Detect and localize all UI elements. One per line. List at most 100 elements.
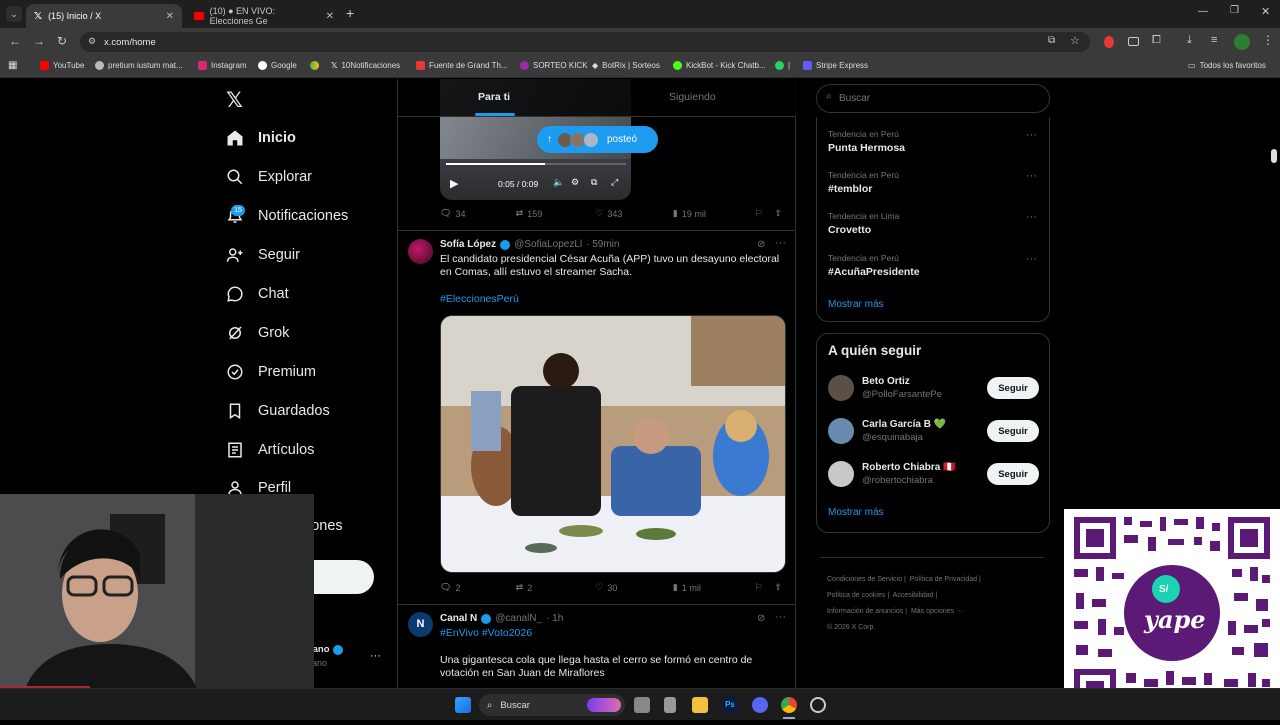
reply-button[interactable]: 🗨 34 xyxy=(440,208,516,219)
post-time[interactable]: · 1h xyxy=(546,613,563,624)
download-icon[interactable]: ⤓ xyxy=(1187,34,1192,47)
extension-icon[interactable] xyxy=(1128,37,1139,46)
photoshop-icon[interactable]: Ps xyxy=(722,697,738,713)
task-view-icon[interactable] xyxy=(634,697,650,713)
more-dots-icon[interactable]: ··· xyxy=(775,611,786,623)
footer-link[interactable]: Política de Privacidad xyxy=(910,576,977,583)
repost-button[interactable]: ⇄ 159 xyxy=(516,208,596,219)
more-dots-icon[interactable]: ··· xyxy=(370,650,381,662)
footer-link[interactable]: Más opciones ··· xyxy=(911,608,963,615)
more-dots-icon[interactable]: ··· xyxy=(1026,211,1037,223)
chrome-icon[interactable] xyxy=(781,697,797,713)
bookmark-stripe[interactable]: Stripe Express xyxy=(803,61,868,70)
follow-button[interactable]: Seguir xyxy=(987,377,1039,399)
bookmark-instagram[interactable]: Instagram xyxy=(198,61,247,70)
taskbar-search[interactable]: ⌕ Buscar xyxy=(479,694,625,716)
new-tab-button[interactable]: + xyxy=(346,5,354,21)
browser-tab-youtube[interactable]: (10) ● EN VIVO: Elecciones Ge ✕ xyxy=(186,4,342,28)
nav-home[interactable]: Inicio xyxy=(226,129,296,147)
nav-articles[interactable]: Artículos xyxy=(226,441,314,459)
search-input[interactable] xyxy=(839,91,1039,106)
install-app-icon[interactable]: ⧉ xyxy=(1048,35,1055,46)
nav-follow[interactable]: Seguir xyxy=(226,246,300,264)
back-icon[interactable]: ← xyxy=(9,34,21,48)
search-box[interactable]: ⌕ xyxy=(816,84,1050,113)
like-button[interactable]: ♡ 343 xyxy=(595,208,673,219)
account-switcher[interactable]: iano iano ··· xyxy=(310,644,385,674)
show-more-trends[interactable]: Mostrar más xyxy=(828,299,884,310)
post-time[interactable]: · 59min xyxy=(586,239,619,250)
bookmark-button[interactable]: ⚐ xyxy=(755,208,775,219)
bookmark-10notificaciones[interactable]: 𝕏 10Notificaciones xyxy=(331,61,400,70)
tab-for-you[interactable]: Para ti xyxy=(475,91,515,116)
file-explorer-icon[interactable] xyxy=(692,697,708,713)
miniplayer-icon[interactable]: ⧉ xyxy=(591,177,597,188)
grok-icon[interactable]: ⊘ xyxy=(757,613,765,624)
discord-icon[interactable] xyxy=(752,697,768,713)
post-avatar[interactable]: N xyxy=(408,612,433,637)
bookmark-colorful[interactable] xyxy=(310,61,319,70)
extensions-puzzle-icon[interactable]: ⧠ xyxy=(1152,34,1161,47)
bookmark-star-icon[interactable]: ☆ xyxy=(1070,34,1080,47)
trend-item[interactable]: Tendencia en Perú #AcuñaPresidente xyxy=(828,253,920,278)
more-dots-icon[interactable]: ··· xyxy=(1026,253,1037,265)
app-icon[interactable] xyxy=(810,697,826,713)
reply-button[interactable]: 🗨 2 xyxy=(440,582,516,593)
restore-button[interactable]: ❐ xyxy=(1230,5,1239,16)
author-handle[interactable]: @canalN_ xyxy=(495,613,542,624)
bookmark-sorteo-kick[interactable]: SORTEO KICK xyxy=(520,61,588,70)
post-hashtag[interactable]: #EleccionesPerú xyxy=(440,293,519,306)
trend-item[interactable]: Tendencia en Perú #temblor xyxy=(828,170,899,195)
footer-link[interactable]: Información de anuncios xyxy=(827,608,903,615)
footer-link[interactable]: Accesibilidad xyxy=(893,592,934,599)
x-logo-icon[interactable]: 𝕏 xyxy=(226,88,243,113)
browser-menu-icon[interactable]: ⋮ xyxy=(1262,33,1274,47)
follow-suggestion[interactable]: Carla García B 💚 @esquinabaja xyxy=(828,418,946,444)
app-icon[interactable] xyxy=(664,697,676,713)
bookmark-fuente[interactable]: Fuente de Grand Th... xyxy=(416,61,508,70)
bookmark-botrix[interactable]: ◆ BotRix | Sorteos xyxy=(592,61,660,70)
minimize-button[interactable]: — xyxy=(1198,6,1208,17)
nav-explore[interactable]: Explorar xyxy=(226,168,312,186)
extension-red-icon[interactable] xyxy=(1104,36,1114,48)
author-handle[interactable]: @SofiaLopezLl xyxy=(514,239,582,250)
video-progress-bar[interactable] xyxy=(446,163,626,165)
tab-following[interactable]: Siguiendo xyxy=(669,91,716,103)
close-tab-icon[interactable]: ✕ xyxy=(326,11,334,22)
fullscreen-icon[interactable]: ⤢ xyxy=(611,177,618,188)
views-button[interactable]: ▮ 1 mil xyxy=(673,582,755,593)
play-icon[interactable]: ▶ xyxy=(450,177,458,190)
nav-chat[interactable]: Chat xyxy=(226,285,289,303)
grok-icon[interactable]: ⊘ xyxy=(757,239,765,250)
close-tab-icon[interactable]: ✕ xyxy=(166,11,174,22)
site-info-icon[interactable]: ⚙ xyxy=(88,36,96,47)
follow-button[interactable]: Seguir xyxy=(987,420,1039,442)
settings-icon[interactable]: ⚙ xyxy=(571,177,579,188)
close-window-button[interactable]: ✕ xyxy=(1261,5,1270,18)
footer-link[interactable]: Condiciones de Servicio xyxy=(827,576,902,583)
author-name[interactable]: Canal N xyxy=(440,613,477,624)
share-button[interactable]: ⇪ xyxy=(774,582,782,593)
volume-icon[interactable]: 🔈 xyxy=(553,177,564,188)
follow-suggestion[interactable]: Roberto Chiabra 🇵🇪 @robertochiabra xyxy=(828,461,956,487)
scrollbar[interactable] xyxy=(1271,149,1277,163)
all-bookmarks[interactable]: ▭ Todos los favoritos xyxy=(1188,61,1266,70)
nav-premium[interactable]: Premium xyxy=(226,363,316,381)
footer-link[interactable]: Política de cookies xyxy=(827,592,885,599)
more-dots-icon[interactable]: ··· xyxy=(775,237,786,249)
reload-icon[interactable]: ↻ xyxy=(57,34,67,48)
apps-grid-icon[interactable]: ▦ xyxy=(8,60,17,71)
address-bar[interactable]: ⚙ x.com/home ⧉ ☆ xyxy=(80,32,1090,52)
more-dots-icon[interactable]: ··· xyxy=(1026,170,1037,182)
trend-item[interactable]: Tendencia en Perú Punta Hermosa xyxy=(828,129,905,154)
profile-avatar-icon[interactable] xyxy=(1234,34,1250,50)
bookmark-pretium[interactable]: pretium iustum mat... xyxy=(95,61,183,70)
share-button[interactable]: ⇪ xyxy=(774,208,782,219)
forward-icon[interactable]: → xyxy=(33,34,45,48)
post-avatar[interactable] xyxy=(408,239,433,264)
author-name[interactable]: Sofía López xyxy=(440,239,496,250)
browser-tab-x[interactable]: 𝕏 (15) Inicio / X ✕ xyxy=(26,4,182,28)
windows-start-icon[interactable] xyxy=(455,697,471,713)
bookmark-button[interactable]: ⚐ xyxy=(755,582,775,593)
show-more-suggestions[interactable]: Mostrar más xyxy=(828,507,884,518)
